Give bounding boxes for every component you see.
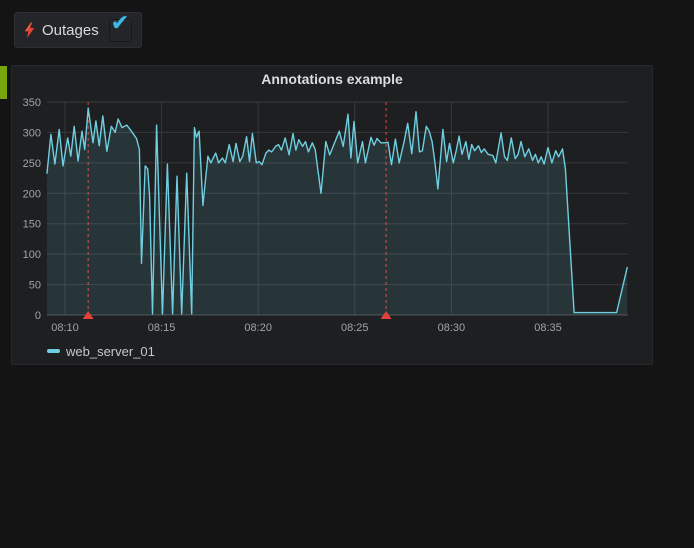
x-tick-label: 08:30 <box>438 322 466 334</box>
checkmark-icon: ✔ <box>110 9 130 35</box>
legend-item[interactable]: web_server_01 <box>47 342 652 360</box>
panel-edge-indicator <box>0 66 7 99</box>
dashboard-background: { "toolbar": { "outages_control": { "ico… <box>0 0 694 548</box>
outages-toggle-label: Outages <box>42 21 99 39</box>
x-tick-label: 08:15 <box>148 322 176 334</box>
y-tick-label: 50 <box>29 280 41 292</box>
y-tick-label: 350 <box>23 97 41 109</box>
x-tick-label: 08:20 <box>244 322 272 334</box>
x-tick-label: 08:10 <box>51 322 79 334</box>
series-color-swatch <box>47 349 60 353</box>
y-tick-label: 200 <box>23 188 41 200</box>
lightning-icon <box>24 22 35 38</box>
y-tick-label: 250 <box>23 158 41 170</box>
y-tick-label: 0 <box>35 310 41 322</box>
outages-checkbox[interactable]: ✔ <box>108 11 132 42</box>
x-tick-label: 08:35 <box>534 322 562 334</box>
chart-panel: Annotations example 0 50 100 150 200 250 300 35… <box>11 65 653 365</box>
legend-series-label: web_server_01 <box>66 343 155 359</box>
outages-annotation-toggle[interactable]: Outages ✔ <box>14 11 142 48</box>
y-tick-label: 100 <box>23 249 41 261</box>
x-tick-label: 08:25 <box>341 322 369 334</box>
y-tick-label: 300 <box>23 127 41 139</box>
series-area-fill <box>47 108 628 315</box>
time-series-chart[interactable]: 0 50 100 150 200 250 300 350 08:10 08:15 08:20 08:2… <box>12 92 652 340</box>
panel-title[interactable]: Annotations example <box>12 66 652 92</box>
y-tick-label: 150 <box>23 219 41 231</box>
